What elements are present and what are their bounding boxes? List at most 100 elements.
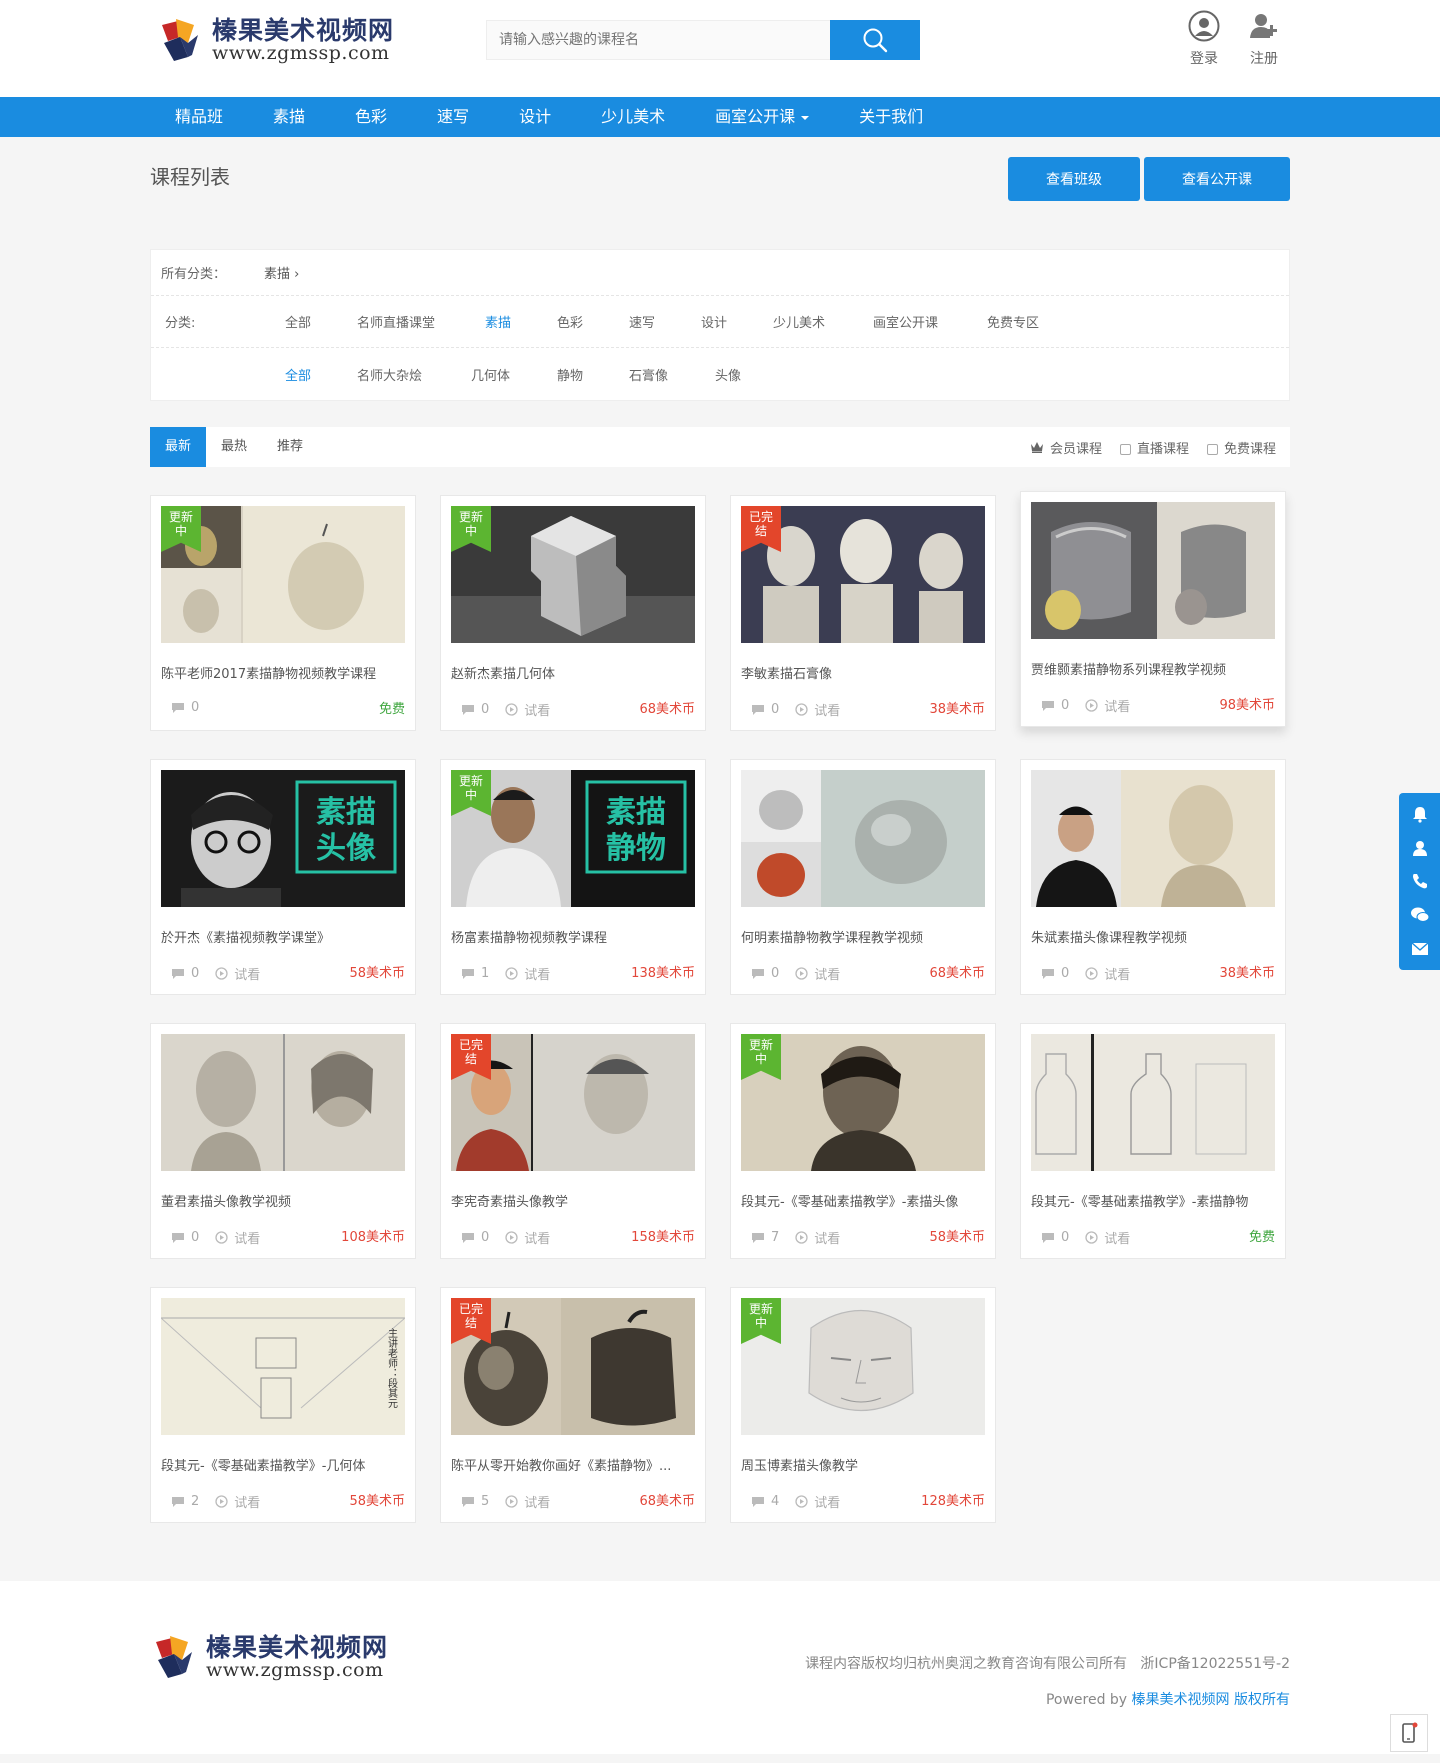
course-thumbnail[interactable] bbox=[161, 1034, 405, 1171]
course-title[interactable]: 杨富素描静物视频教学课程 bbox=[451, 927, 695, 946]
trial-link[interactable]: 试看 bbox=[215, 1492, 260, 1511]
trial-link[interactable]: 试看 bbox=[1085, 1228, 1130, 1247]
view-open-class-button[interactable]: 查看公开课 bbox=[1144, 157, 1290, 201]
search-button[interactable] bbox=[830, 20, 920, 60]
course-card[interactable]: 董君素描头像教学视频 0 试看 108美术币 bbox=[150, 1023, 416, 1259]
footer-icp-link[interactable]: 浙ICP备12022551号-2 bbox=[1140, 1656, 1290, 1672]
trial-link[interactable]: 试看 bbox=[795, 1228, 840, 1247]
trial-link[interactable]: 试看 bbox=[505, 964, 550, 983]
course-card[interactable]: 已完结陈平从零开始教你画好《素描静物》... 5 试看 68美术币 bbox=[440, 1287, 706, 1523]
phone-icon[interactable] bbox=[1410, 871, 1430, 891]
course-card[interactable]: 更新中周玉博素描头像教学 4 试看 128美术币 bbox=[730, 1287, 996, 1523]
course-thumbnail[interactable] bbox=[1031, 502, 1275, 639]
course-thumbnail[interactable]: 更新中 bbox=[161, 506, 405, 643]
course-title[interactable]: 赵新杰素描几何体 bbox=[451, 663, 695, 682]
course-title[interactable]: 段其元-《零基础素描教学》-素描静物 bbox=[1031, 1191, 1275, 1210]
category-color[interactable]: 色彩 bbox=[557, 312, 629, 331]
course-title[interactable]: 李宪奇素描头像教学 bbox=[451, 1191, 695, 1210]
subcategory-mixed[interactable]: 名师大杂烩 bbox=[357, 365, 471, 384]
footer-logo[interactable]: 榛果美术视频网 www.zgmssp.com bbox=[152, 1633, 392, 1681]
subcategory-still-life[interactable]: 静物 bbox=[557, 365, 629, 384]
trial-link[interactable]: 试看 bbox=[215, 1228, 260, 1247]
course-thumbnail[interactable]: 主讲老师：段其元 bbox=[161, 1298, 405, 1435]
course-thumbnail[interactable]: 已完结 bbox=[451, 1298, 695, 1435]
course-title[interactable]: 董君素描头像教学视频 bbox=[161, 1191, 405, 1210]
category-design[interactable]: 设计 bbox=[701, 312, 773, 331]
register-link[interactable]: 注册 bbox=[1248, 10, 1280, 68]
sort-tab-newest[interactable]: 最新 bbox=[150, 427, 207, 467]
category-all[interactable]: 全部 bbox=[285, 312, 357, 331]
course-card[interactable]: 朱斌素描头像课程教学视频 0 试看 38美术币 bbox=[1020, 759, 1286, 995]
nav-item-sketch[interactable]: 素描 bbox=[248, 97, 330, 137]
course-thumbnail[interactable]: 更新中 bbox=[741, 1298, 985, 1435]
nav-item-about[interactable]: 关于我们 bbox=[834, 97, 948, 137]
course-card[interactable]: 更新中陈平老师2017素描静物视频教学课程 0 免费 bbox=[150, 495, 416, 731]
course-title[interactable]: 何明素描静物教学课程教学视频 bbox=[741, 927, 985, 946]
nav-item-open-class[interactable]: 画室公开课 bbox=[690, 97, 834, 137]
nav-item-color[interactable]: 色彩 bbox=[330, 97, 412, 137]
category-kids[interactable]: 少儿美术 bbox=[773, 312, 873, 331]
subcategory-plaster[interactable]: 石膏像 bbox=[629, 365, 715, 384]
nav-item-boutique[interactable]: 精品班 bbox=[150, 97, 248, 137]
crumb-current[interactable]: 素描 › bbox=[264, 263, 299, 282]
sort-tab-recommended[interactable]: 推荐 bbox=[262, 427, 318, 467]
course-title[interactable]: 陈平老师2017素描静物视频教学课程 bbox=[161, 663, 405, 682]
subcategory-portrait[interactable]: 头像 bbox=[715, 365, 787, 384]
course-title[interactable]: 於开杰《素描视频教学课堂》 bbox=[161, 927, 405, 946]
trial-link[interactable]: 试看 bbox=[505, 1492, 550, 1511]
category-live[interactable]: 名师直播课堂 bbox=[357, 312, 485, 331]
course-title[interactable]: 李敏素描石膏像 bbox=[741, 663, 985, 682]
mobile-version-button[interactable] bbox=[1390, 1714, 1428, 1752]
trial-link[interactable]: 试看 bbox=[215, 964, 260, 983]
course-card[interactable]: 更新中段其元-《零基础素描教学》-素描头像 7 试看 58美术币 bbox=[730, 1023, 996, 1259]
course-card[interactable]: 已完结李宪奇素描头像教学 0 试看 158美术币 bbox=[440, 1023, 706, 1259]
site-logo[interactable]: 榛果美术视频网 www.zgmssp.com bbox=[158, 16, 398, 64]
course-title[interactable]: 贾维颢素描静物系列课程教学视频 bbox=[1031, 659, 1275, 678]
course-card[interactable]: 主讲老师：段其元 段其元-《零基础素描教学》-几何体 2 试看 58美术币 bbox=[150, 1287, 416, 1523]
bell-icon[interactable] bbox=[1410, 804, 1430, 824]
category-open-class[interactable]: 画室公开课 bbox=[873, 312, 987, 331]
filter-free-checkbox[interactable]: 免费课程 bbox=[1206, 438, 1276, 457]
course-thumbnail[interactable] bbox=[741, 770, 985, 907]
view-classes-button[interactable]: 查看班级 bbox=[1008, 157, 1140, 201]
category-quick-sketch[interactable]: 速写 bbox=[629, 312, 701, 331]
course-thumbnail[interactable]: 素描头像素描头像 bbox=[161, 770, 405, 907]
course-title[interactable]: 朱斌素描头像课程教学视频 bbox=[1031, 927, 1275, 946]
course-thumbnail[interactable]: 已完结 bbox=[741, 506, 985, 643]
course-card[interactable]: 何明素描静物教学课程教学视频 0 试看 68美术币 bbox=[730, 759, 996, 995]
category-sketch[interactable]: 素描 bbox=[485, 312, 557, 331]
mail-icon[interactable] bbox=[1410, 939, 1430, 959]
course-thumbnail[interactable] bbox=[1031, 770, 1275, 907]
trial-link[interactable]: 试看 bbox=[1085, 964, 1130, 983]
subcategory-all[interactable]: 全部 bbox=[285, 365, 357, 384]
course-card[interactable]: 段其元-《零基础素描教学》-素描静物 0 试看 免费 bbox=[1020, 1023, 1286, 1259]
course-card[interactable]: 已完结李敏素描石膏像 0 试看 38美术币 bbox=[730, 495, 996, 731]
nav-item-kids-art[interactable]: 少儿美术 bbox=[576, 97, 690, 137]
category-free[interactable]: 免费专区 bbox=[987, 312, 1087, 331]
login-link[interactable]: 登录 bbox=[1188, 10, 1220, 68]
course-thumbnail[interactable]: 素描静物更新中素描静物 bbox=[451, 770, 695, 907]
filter-vip[interactable]: 会员课程 bbox=[1030, 438, 1102, 457]
trial-link[interactable]: 试看 bbox=[795, 1492, 840, 1511]
user-support-icon[interactable] bbox=[1410, 838, 1430, 858]
trial-link[interactable]: 试看 bbox=[505, 1228, 550, 1247]
course-card[interactable]: 素描静物更新中素描静物杨富素描静物视频教学课程 1 试看 138美术币 bbox=[440, 759, 706, 995]
course-title[interactable]: 段其元-《零基础素描教学》-素描头像 bbox=[741, 1191, 985, 1210]
trial-link[interactable]: 试看 bbox=[795, 964, 840, 983]
nav-item-quick-sketch[interactable]: 速写 bbox=[412, 97, 494, 137]
course-title[interactable]: 周玉博素描头像教学 bbox=[741, 1455, 985, 1474]
course-thumbnail[interactable] bbox=[1031, 1034, 1275, 1171]
trial-link[interactable]: 试看 bbox=[795, 700, 840, 719]
course-card[interactable]: 素描头像素描头像於开杰《素描视频教学课堂》 0 试看 58美术币 bbox=[150, 759, 416, 995]
course-thumbnail[interactable]: 已完结 bbox=[451, 1034, 695, 1171]
course-thumbnail[interactable]: 更新中 bbox=[451, 506, 695, 643]
filter-live-checkbox[interactable]: 直播课程 bbox=[1119, 438, 1189, 457]
course-card[interactable]: 更新中赵新杰素描几何体 0 试看 68美术币 bbox=[440, 495, 706, 731]
trial-link[interactable]: 试看 bbox=[1085, 696, 1130, 715]
course-title[interactable]: 段其元-《零基础素描教学》-几何体 bbox=[161, 1455, 405, 1474]
course-card[interactable]: 贾维颢素描静物系列课程教学视频 0 试看 98美术币 bbox=[1020, 491, 1286, 727]
footer-powered-link[interactable]: 榛果美术视频网 版权所有 bbox=[1132, 1692, 1290, 1708]
course-title[interactable]: 陈平从零开始教你画好《素描静物》... bbox=[451, 1455, 695, 1474]
sort-tab-hottest[interactable]: 最热 bbox=[206, 427, 262, 467]
subcategory-geometry[interactable]: 几何体 bbox=[471, 365, 557, 384]
